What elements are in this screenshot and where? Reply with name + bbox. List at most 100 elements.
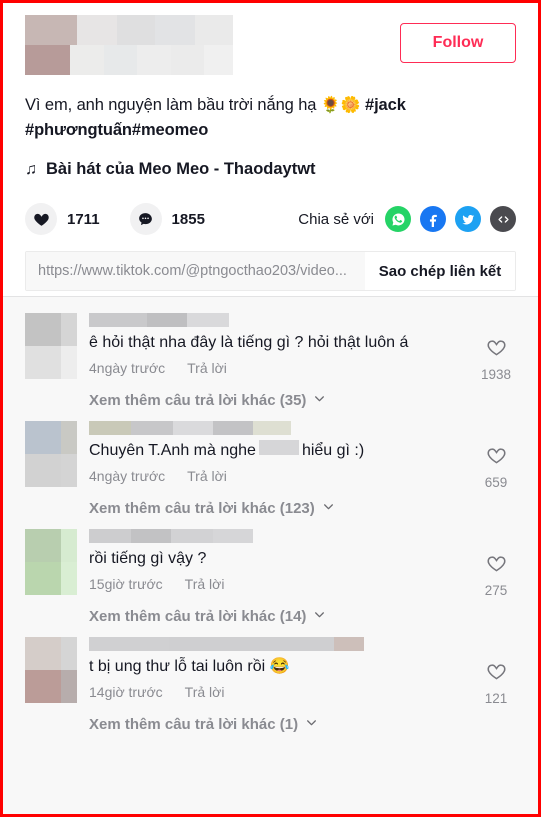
comment-like-column[interactable]: 1938 xyxy=(476,337,516,382)
comment-item: rồi tiếng gì vậy ? 15giờ trước Trả lời 275 X… xyxy=(25,519,516,627)
mask-cell xyxy=(25,15,77,45)
mask-cell xyxy=(25,562,61,595)
avatar[interactable] xyxy=(25,637,77,703)
sunflower-emoji: 🌻 xyxy=(320,97,341,114)
comment-timestamp: 15giờ trước xyxy=(89,576,163,592)
view-more-replies-button[interactable]: Xem thêm câu trả lời khác (123) xyxy=(89,487,516,519)
view-more-replies-button[interactable]: Xem thêm câu trả lời khác (14) xyxy=(89,595,516,627)
mask-cell xyxy=(104,45,137,75)
avatar[interactable] xyxy=(25,313,77,379)
comment-like-count: 659 xyxy=(484,475,508,490)
hashtag-meomeo[interactable]: #meomeo xyxy=(132,121,208,139)
comment-like-column[interactable]: 659 xyxy=(476,445,516,490)
comment-meta: 15giờ trước Trả lời xyxy=(89,576,516,592)
share-block: Chia sẻ với xyxy=(298,206,516,232)
blossom-emoji: 🌼 xyxy=(340,97,361,114)
video-url-field[interactable]: https://www.tiktok.com/@ptngocthao203/vi… xyxy=(26,252,365,290)
mask-cell xyxy=(61,421,77,454)
view-more-replies-label: Xem thêm câu trả lời khác (35) xyxy=(89,392,307,409)
avatar-mask-row xyxy=(25,313,77,346)
comment-bubble-icon[interactable] xyxy=(129,203,162,235)
mask-cell xyxy=(25,421,61,454)
chevron-down-icon xyxy=(305,716,318,733)
music-note-icon: ♫ xyxy=(25,160,37,178)
avatar-mask-row xyxy=(25,454,77,487)
view-more-replies-label: Xem thêm câu trả lời khác (123) xyxy=(89,500,315,517)
facebook-icon[interactable] xyxy=(420,206,446,232)
comment-timestamp: 4ngày trước xyxy=(89,360,166,376)
mask-cell xyxy=(69,45,105,75)
mask-cell xyxy=(171,529,213,543)
mask-cell xyxy=(61,346,77,379)
avatar-mask-row-2 xyxy=(25,45,233,75)
comment-author-masked[interactable] xyxy=(89,421,516,435)
comment-like-column[interactable]: 275 xyxy=(476,553,516,598)
mask-cell xyxy=(89,313,147,327)
mask-cell xyxy=(61,313,77,346)
hashtag-phuongtuan[interactable]: #phươngtuấn xyxy=(25,121,132,139)
mask-cell xyxy=(131,529,171,543)
copy-link-button[interactable]: Sao chép liên kết xyxy=(365,252,515,290)
view-more-replies-button[interactable]: Xem thêm câu trả lời khác (35) xyxy=(89,379,516,411)
heart-outline-icon[interactable] xyxy=(486,556,507,578)
heart-outline-icon[interactable] xyxy=(486,340,507,362)
follow-button[interactable]: Follow xyxy=(400,23,516,63)
mask-cell xyxy=(334,637,364,651)
avatar[interactable] xyxy=(25,421,77,487)
comment-body: rồi tiếng gì vậy ? 15giờ trước Trả lời xyxy=(89,529,516,595)
comment-stat[interactable]: 1855 xyxy=(129,203,205,235)
reply-button[interactable]: Trả lời xyxy=(185,684,225,700)
avatar[interactable] xyxy=(25,529,77,595)
avatar-mask-row xyxy=(25,421,77,454)
mask-cell xyxy=(61,637,77,670)
heart-filled-icon[interactable] xyxy=(25,203,57,235)
reply-button[interactable]: Trả lời xyxy=(187,468,227,484)
whatsapp-icon[interactable] xyxy=(385,206,411,232)
twitter-icon[interactable] xyxy=(455,206,481,232)
comment-author-masked[interactable] xyxy=(89,313,516,327)
mask-cell xyxy=(61,670,77,703)
author-identity-masked xyxy=(25,15,233,75)
mask-cell xyxy=(131,421,173,435)
comment-like-count: 121 xyxy=(484,691,508,706)
chevron-down-icon xyxy=(313,392,326,409)
comment-text: rồi tiếng gì vậy ? xyxy=(89,548,516,570)
mask-cell xyxy=(25,670,61,703)
music-row[interactable]: ♫ Bài hát của Meo Meo - Thaodaytwt xyxy=(25,160,516,179)
mask-cell xyxy=(89,529,131,543)
chevron-down-icon xyxy=(322,500,335,517)
embed-code-icon[interactable] xyxy=(490,206,516,232)
comment-like-count: 275 xyxy=(484,583,508,598)
mask-cell xyxy=(117,15,155,45)
comment-timestamp: 14giờ trước xyxy=(89,684,163,700)
comment-text-part: rồi tiếng gì vậy ? xyxy=(89,550,207,567)
comment-author-masked[interactable] xyxy=(89,637,516,651)
comment-like-column[interactable]: 121 xyxy=(476,661,516,706)
comment-body: Chuyên T.Anh mà nghe hiểu gì :) 4ngày trướ… xyxy=(89,421,516,487)
comments-section[interactable]: ê hỏi thật nha đây là tiếng gì ? hỏi thậ… xyxy=(3,296,538,814)
author-row: Follow xyxy=(25,15,516,77)
hashtag-jack[interactable]: #jack xyxy=(365,96,406,114)
reply-button[interactable]: Trả lời xyxy=(187,360,227,376)
view-more-replies-button[interactable]: Xem thêm câu trả lời khác (1) xyxy=(89,703,516,735)
mask-cell xyxy=(136,45,172,75)
caption-text: Vì em, anh nguyện làm bầu trời nắng hạ xyxy=(25,96,321,114)
avatar-mask-row xyxy=(25,346,77,379)
reply-button[interactable]: Trả lời xyxy=(185,576,225,592)
comment-timestamp: 4ngày trước xyxy=(89,468,166,484)
like-stat[interactable]: 1711 xyxy=(25,203,100,235)
avatar-mask-row xyxy=(25,529,77,562)
comment-text-part: t bị ung thư lỗ tai luôn rồi 😂 xyxy=(89,658,290,675)
copy-link-row: https://www.tiktok.com/@ptngocthao203/vi… xyxy=(25,251,516,291)
music-title[interactable]: Bài hát của Meo Meo - Thaodaytwt xyxy=(46,160,316,179)
like-count: 1711 xyxy=(67,210,100,228)
avatar-mask-row xyxy=(25,562,77,595)
heart-outline-icon[interactable] xyxy=(486,664,507,686)
mask-cell xyxy=(195,15,233,45)
comment-author-masked[interactable] xyxy=(89,529,516,543)
mask-cell xyxy=(61,529,77,562)
comment-text: ê hỏi thật nha đây là tiếng gì ? hỏi thậ… xyxy=(89,332,516,354)
mask-cell xyxy=(169,637,334,651)
heart-outline-icon[interactable] xyxy=(486,448,507,470)
comment-row: ê hỏi thật nha đây là tiếng gì ? hỏi thậ… xyxy=(25,303,516,382)
